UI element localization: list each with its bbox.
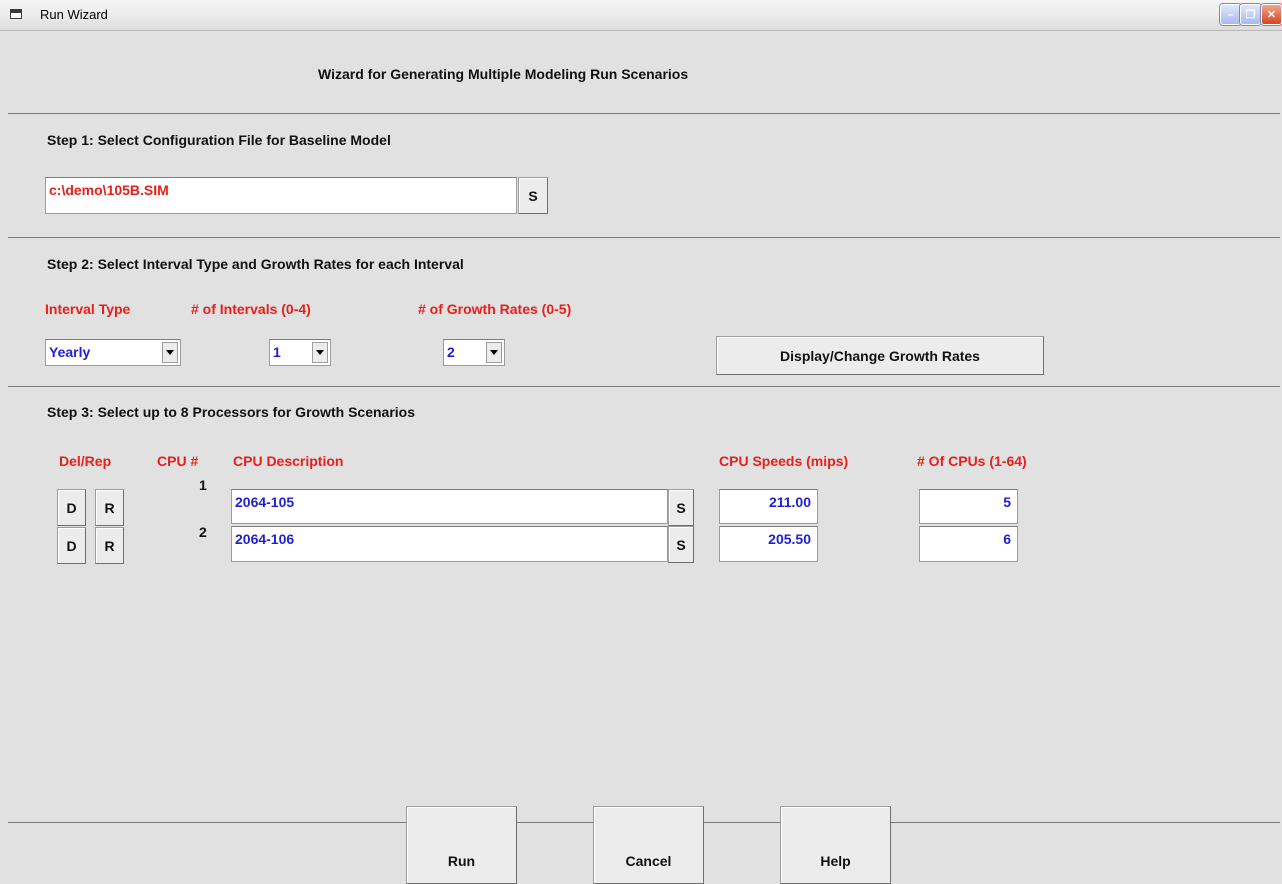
cpu-speed-field[interactable]: 205.50 [719,526,818,562]
cpu-num-header: CPU # [157,453,199,469]
replace-row-button[interactable]: R [95,489,124,526]
del-rep-header: Del/Rep [59,453,112,469]
chevron-down-icon[interactable] [162,342,178,363]
interval-type-label: Interval Type [45,301,131,317]
window-icon [10,9,22,19]
divider [8,113,1280,114]
num-cpus-field[interactable]: 6 [919,526,1018,562]
divider [8,386,1280,387]
chevron-down-icon[interactable] [486,342,502,363]
window-title: Run Wizard [40,7,108,22]
cpu-description-header: CPU Description [233,453,344,469]
minimize-icon[interactable]: – [1220,4,1241,25]
step3-title: Step 3: Select up to 8 Processors for Gr… [47,404,415,420]
growth-rates-select[interactable]: 2 [443,339,505,366]
config-file-field[interactable]: c:\demo\105B.SIM [45,177,517,214]
interval-type-select[interactable]: Yearly [45,339,181,366]
replace-row-button[interactable]: R [95,527,124,564]
interval-type-value: Yearly [49,344,91,360]
intervals-value: 1 [273,344,281,360]
delete-row-button[interactable]: D [57,489,86,526]
num-cpus-header: # Of CPUs (1-64) [917,453,1027,469]
delete-row-button[interactable]: D [57,527,86,564]
cpu-number: 1 [199,477,207,493]
growth-rates-label: # of Growth Rates (0-5) [418,301,572,317]
step1-title: Step 1: Select Configuration File for Ba… [47,132,391,148]
cancel-button[interactable]: Cancel [593,806,704,884]
step2-title: Step 2: Select Interval Type and Growth … [47,256,464,272]
intervals-select[interactable]: 1 [269,339,331,366]
cpu-number: 2 [199,524,207,540]
help-button[interactable]: Help [780,806,891,884]
run-button[interactable]: Run [406,806,517,884]
growth-rates-value: 2 [447,344,455,360]
close-icon[interactable]: ✕ [1261,4,1282,25]
num-cpus-field[interactable]: 5 [919,489,1018,524]
cpu-description-field[interactable]: 2064-105 [231,489,668,524]
select-cpu-button[interactable]: S [668,489,694,526]
select-config-button[interactable]: S [518,177,548,214]
divider [8,237,1280,238]
cpu-description-field[interactable]: 2064-106 [231,526,668,562]
cpu-speed-field[interactable]: 211.00 [719,489,818,524]
cpu-speeds-header: CPU Speeds (mips) [719,453,849,469]
restore-icon[interactable]: ❐ [1240,4,1261,25]
intervals-label: # of Intervals (0-4) [191,301,311,317]
title-bar[interactable]: Run Wizard – ❐ ✕ [0,0,1282,31]
chevron-down-icon[interactable] [312,342,328,363]
select-cpu-button[interactable]: S [668,526,694,563]
display-change-growth-rates-button[interactable]: Display/Change Growth Rates [716,336,1044,375]
wizard-heading: Wizard for Generating Multiple Modeling … [318,66,689,82]
